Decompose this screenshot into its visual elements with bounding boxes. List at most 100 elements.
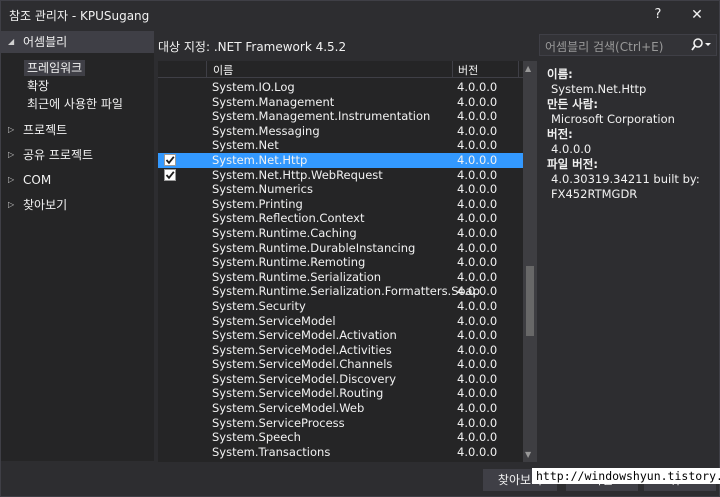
assembly-name-cell: System.Security [212, 298, 306, 313]
table-row[interactable]: System.Security 4.0.0.0 [158, 299, 523, 314]
sidebar-item-browse[interactable]: ▷ 찾아보기 [1, 194, 154, 216]
include-checkbox[interactable] [164, 168, 176, 181]
detail-file-version-label: 파일 버전: [547, 157, 598, 171]
sidebar-item-shared-projects[interactable]: ▷ 공유 프로젝트 [1, 144, 154, 166]
sidebar-item-label: 공유 프로젝트 [23, 148, 94, 162]
scroll-up-icon[interactable]: ▲ [525, 64, 531, 73]
search-icon[interactable] [690, 37, 712, 53]
sidebar-item-label: 프로젝트 [23, 123, 68, 137]
table-row[interactable]: System.Management.Instrumentation 4.0.0.0 [158, 109, 523, 124]
detail-version-value: 4.0.0.0 [551, 142, 592, 156]
assembly-name-cell: System.ServiceProcess [212, 415, 345, 430]
assembly-name-cell: System.Runtime.Serialization [212, 269, 382, 284]
assembly-name-cell: System.Printing [212, 196, 303, 211]
column-header-version[interactable]: 버전 [458, 62, 478, 78]
assembly-name-cell: System.ServiceModel.Activation [212, 328, 397, 343]
column-divider[interactable] [518, 61, 519, 78]
close-button[interactable]: ✕ [684, 4, 710, 26]
list-scrollbar[interactable]: ▲ ▼ [523, 61, 537, 462]
table-row[interactable]: System.Runtime.DurableInstancing 4.0.0.0 [158, 241, 523, 256]
table-row[interactable]: System.IO.Log 4.0.0.0 [158, 80, 523, 95]
assembly-version-cell: 4.0.0.0 [457, 94, 498, 109]
sidebar-item-label: COM [23, 173, 52, 187]
sidebar-item-label: 찾아보기 [23, 198, 68, 212]
assembly-name-cell: System.Transactions [212, 444, 331, 459]
collapsed-caret-icon: ▷ [8, 125, 15, 134]
column-divider[interactable] [452, 61, 453, 78]
table-row[interactable]: System.Runtime.Remoting 4.0.0.0 [158, 255, 523, 270]
assembly-version-cell: 4.0.0.0 [457, 225, 498, 240]
table-row[interactable]: System.ServiceModel.Routing 4.0.0.0 [158, 386, 523, 401]
category-sidebar: ◢ 어셈블리 프레임워크 확장 최근에 사용한 파일 ▷ 프로젝트 ▷ 공유 프… [1, 31, 154, 461]
assembly-name-cell: System.ServiceModel.Routing [212, 386, 384, 401]
column-header-name[interactable]: 이름 [213, 62, 233, 78]
assembly-list[interactable]: 이름 버전 System.IO.Log 4.0.0.0 System.Managem… [158, 61, 523, 462]
assembly-name-cell: System.ServiceModel.Channels [212, 357, 393, 372]
detail-author-label: 만든 사람: [547, 97, 598, 111]
assembly-name-cell: System.Management [212, 94, 335, 109]
table-row[interactable]: System.ServiceModel.Discovery 4.0.0.0 [158, 372, 523, 387]
table-row[interactable]: System.Runtime.Serialization.Formatters.… [158, 284, 523, 299]
assembly-name-cell: System.Management.Instrumentation [212, 109, 431, 124]
sidebar-item-com[interactable]: ▷ COM [1, 169, 154, 191]
table-row[interactable]: System.ServiceModel.Channels 4.0.0.0 [158, 357, 523, 372]
collapsed-caret-icon: ▷ [8, 150, 15, 159]
table-row[interactable]: System.ServiceModel.Activation 4.0.0.0 [158, 328, 523, 343]
assembly-version-cell: 4.0.0.0 [457, 415, 498, 430]
table-row[interactable]: System.Printing 4.0.0.0 [158, 197, 523, 212]
scrollbar-thumb[interactable] [526, 266, 534, 336]
table-row[interactable]: System.ServiceProcess 4.0.0.0 [158, 416, 523, 431]
expanded-caret-icon: ◢ [8, 37, 15, 46]
assembly-version-cell: 4.0.0.0 [457, 298, 498, 313]
assembly-version-cell: 4.0.0.0 [457, 255, 498, 270]
details-panel: 이름: System.Net.Http 만든 사람: Microsoft Cor… [539, 61, 717, 211]
sidebar-subitem-extensions[interactable]: 확장 [27, 78, 49, 94]
detail-name-label: 이름: [547, 67, 573, 81]
assembly-version-cell: 4.0.0.0 [457, 182, 498, 197]
sidebar-subitem-framework[interactable]: 프레임워크 [24, 60, 86, 76]
sidebar-subitem-recent[interactable]: 최근에 사용한 파일 [27, 96, 123, 112]
table-row[interactable]: System.Messaging 4.0.0.0 [158, 124, 523, 139]
detail-file-version-value: 4.0.30319.34211 built by: [551, 172, 700, 186]
window-title: 참조 관리자 - KPUSugang [9, 9, 150, 23]
assembly-name-cell: System.ServiceModel.Web [212, 401, 365, 416]
include-checkbox[interactable] [164, 153, 176, 166]
column-divider[interactable] [206, 61, 207, 78]
table-row[interactable]: System.Net.Http 4.0.0.0 [158, 152, 523, 168]
table-row[interactable]: System.Net 4.0.0.0 [158, 138, 523, 153]
assembly-name-cell: System.Numerics [212, 182, 313, 197]
detail-file-version-build: FX452RTMGDR [551, 187, 638, 201]
sidebar-item-projects[interactable]: ▷ 프로젝트 [1, 119, 154, 141]
table-row[interactable]: System.Speech 4.0.0.0 [158, 430, 523, 445]
table-row[interactable]: System.Net.Http.WebRequest 4.0.0.0 [158, 168, 523, 183]
sidebar-item-assemblies[interactable]: ◢ 어셈블리 [1, 31, 154, 53]
assembly-version-cell: 4.0.0.0 [457, 401, 498, 416]
table-row[interactable]: System.Management 4.0.0.0 [158, 95, 523, 110]
help-button[interactable]: ? [645, 4, 671, 26]
search-placeholder: 어셈블리 검색(Ctrl+E) [545, 40, 664, 54]
table-row[interactable]: System.ServiceModel.Activities 4.0.0.0 [158, 343, 523, 358]
table-row[interactable]: System.Runtime.Serialization 4.0.0.0 [158, 270, 523, 285]
assembly-name-cell: System.Runtime.Remoting [212, 255, 366, 270]
assembly-version-cell: 4.0.0.0 [457, 284, 498, 299]
table-row[interactable]: System.Reflection.Context 4.0.0.0 [158, 211, 523, 226]
table-row[interactable]: System.Numerics 4.0.0.0 [158, 182, 523, 197]
assembly-name-cell: System.Net.Http.WebRequest [212, 167, 383, 182]
detail-name-value: System.Net.Http [551, 82, 647, 96]
table-row[interactable]: System.ServiceModel 4.0.0.0 [158, 314, 523, 329]
assembly-version-cell: 4.0.0.0 [457, 240, 498, 255]
assembly-name-cell: System.ServiceModel.Activities [212, 342, 392, 357]
table-row[interactable]: System.Transactions 4.0.0.0 [158, 445, 523, 460]
table-row[interactable]: System.ServiceModel.Web 4.0.0.0 [158, 401, 523, 416]
scroll-down-icon[interactable]: ▼ [525, 450, 531, 459]
assembly-name-cell: System.Net.Http [212, 152, 308, 167]
search-input[interactable]: 어셈블리 검색(Ctrl+E) [539, 34, 717, 56]
sidebar-item-label: 어셈블리 [23, 35, 68, 49]
assembly-name-cell: System.ServiceModel.Discovery [212, 371, 397, 386]
assembly-version-cell: 4.0.0.0 [457, 152, 498, 167]
detail-author-value: Microsoft Corporation [551, 112, 675, 126]
assembly-version-cell: 4.0.0.0 [457, 328, 498, 343]
assembly-name-cell: System.Reflection.Context [212, 211, 365, 226]
table-row[interactable]: System.Runtime.Caching 4.0.0.0 [158, 226, 523, 241]
assembly-version-cell: 4.0.0.0 [457, 196, 498, 211]
